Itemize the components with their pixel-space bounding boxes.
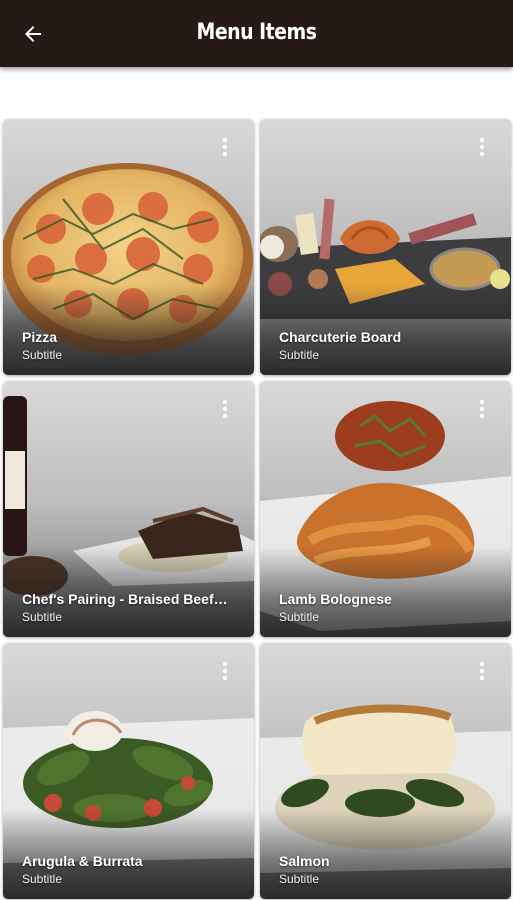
menu-item-title: Salmon: [279, 853, 330, 869]
menu-item-card-pizza[interactable]: Pizza Subtitle: [3, 119, 254, 375]
menu-item-title: Chef's Pairing - Braised Beef…: [22, 591, 228, 607]
menu-item-title: Arugula & Burrata: [22, 853, 143, 869]
menu-item-subtitle: Subtitle: [279, 348, 320, 362]
more-vert-icon[interactable]: [471, 137, 493, 163]
menu-item-card-salmon[interactable]: Salmon Subtitle: [260, 643, 511, 899]
menu-item-subtitle: Subtitle: [279, 872, 320, 886]
menu-item-subtitle: Subtitle: [22, 348, 63, 362]
menu-item-card-lamb-bolognese[interactable]: Lamb Bolognese Subtitle: [260, 381, 511, 637]
more-vert-icon[interactable]: [214, 137, 236, 163]
menu-item-title: Charcuterie Board: [279, 329, 402, 345]
more-vert-icon[interactable]: [214, 399, 236, 425]
menu-items-grid: Pizza Subtitle Charcuterie Board Subtitl…: [3, 119, 512, 899]
menu-item-subtitle: Subtitle: [22, 610, 63, 624]
menu-item-subtitle: Subtitle: [22, 872, 63, 886]
more-vert-icon[interactable]: [214, 661, 236, 687]
more-vert-icon[interactable]: [471, 399, 493, 425]
menu-item-card-arugula-burrata[interactable]: Arugula & Burrata Subtitle: [3, 643, 254, 899]
menu-item-card-charcuterie-board[interactable]: Charcuterie Board Subtitle: [260, 119, 511, 375]
more-vert-icon[interactable]: [471, 661, 493, 687]
menu-item-subtitle: Subtitle: [279, 610, 320, 624]
page-title: Menu Items: [196, 20, 317, 45]
menu-item-title: Pizza: [22, 329, 58, 345]
app-bar: Menu Items: [0, 0, 513, 67]
menu-item-title: Lamb Bolognese: [279, 591, 392, 607]
menu-item-card-chefs-pairing[interactable]: Chef's Pairing - Braised Beef… Subtitle: [3, 381, 254, 637]
